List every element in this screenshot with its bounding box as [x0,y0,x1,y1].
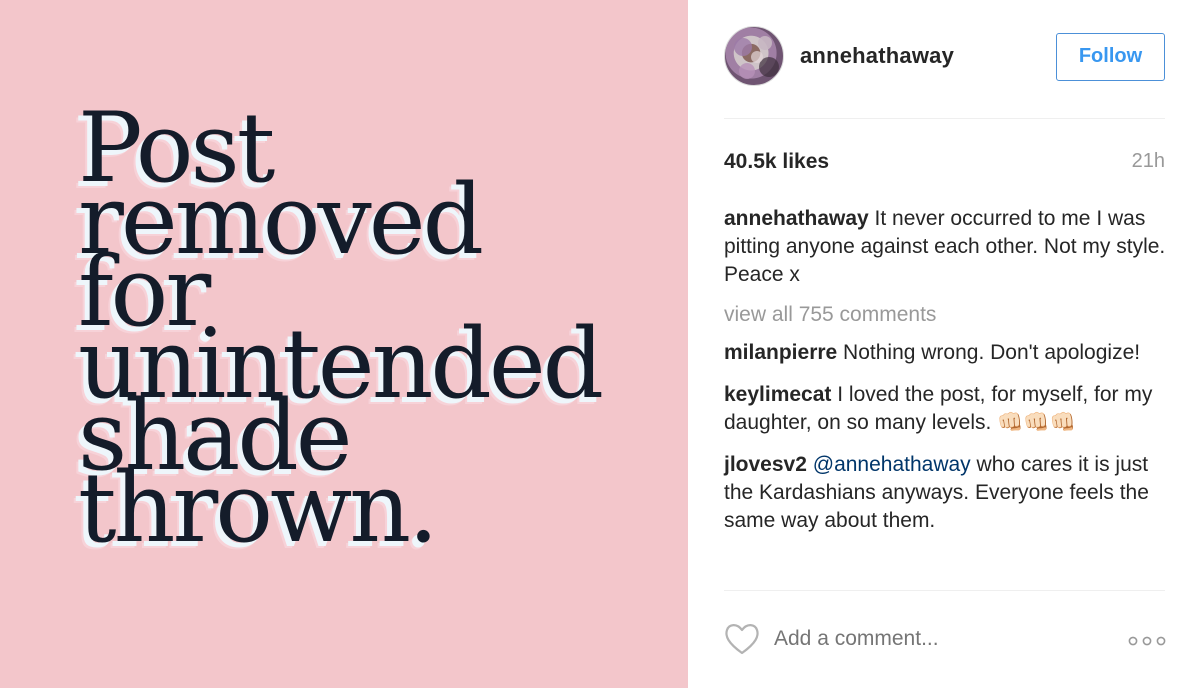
view-all-comments-link[interactable]: view all 755 comments [724,301,1169,329]
likes-count[interactable]: 40.5k likes [724,150,829,174]
post-footer [688,600,1200,688]
comments-section: annehathaway It never occurred to me I w… [724,205,1169,549]
artwork-line: thrown. [78,452,439,564]
heart-icon[interactable] [724,622,760,656]
comment-item: jlovesv2 @annehathaway who cares it is j… [724,451,1169,535]
comment-author[interactable]: jlovesv2 [724,453,807,476]
avatar-image [734,36,779,79]
follow-button[interactable]: Follow [1056,33,1165,81]
post-image-text: Post removed for unintended shade thrown… [78,100,668,564]
timestamp[interactable]: 21h [1132,150,1165,173]
post-header: annehathaway Follow [688,0,1200,118]
post-image[interactable]: Post removed for unintended shade thrown… [0,0,688,688]
comment-item: keylimecat I loved the post, for myself,… [724,381,1169,437]
caption-author[interactable]: annehathaway [724,207,869,230]
comment-mention[interactable]: @annehathaway [813,453,971,476]
caption: annehathaway It never occurred to me I w… [724,205,1169,289]
comment-item: milanpierre Nothing wrong. Don't apologi… [724,339,1169,367]
comment-author[interactable]: keylimecat [724,383,831,406]
divider [724,118,1165,119]
comment-text: Nothing wrong. Don't apologize! [837,341,1141,364]
divider [724,590,1165,591]
comment-author[interactable]: milanpierre [724,341,837,364]
post-side-panel: annehathaway Follow 40.5k likes 21h anne… [688,0,1200,688]
add-comment-input[interactable] [774,627,1045,651]
avatar[interactable] [724,26,784,86]
username[interactable]: annehathaway [800,43,954,69]
more-options-icon[interactable] [1128,636,1166,646]
